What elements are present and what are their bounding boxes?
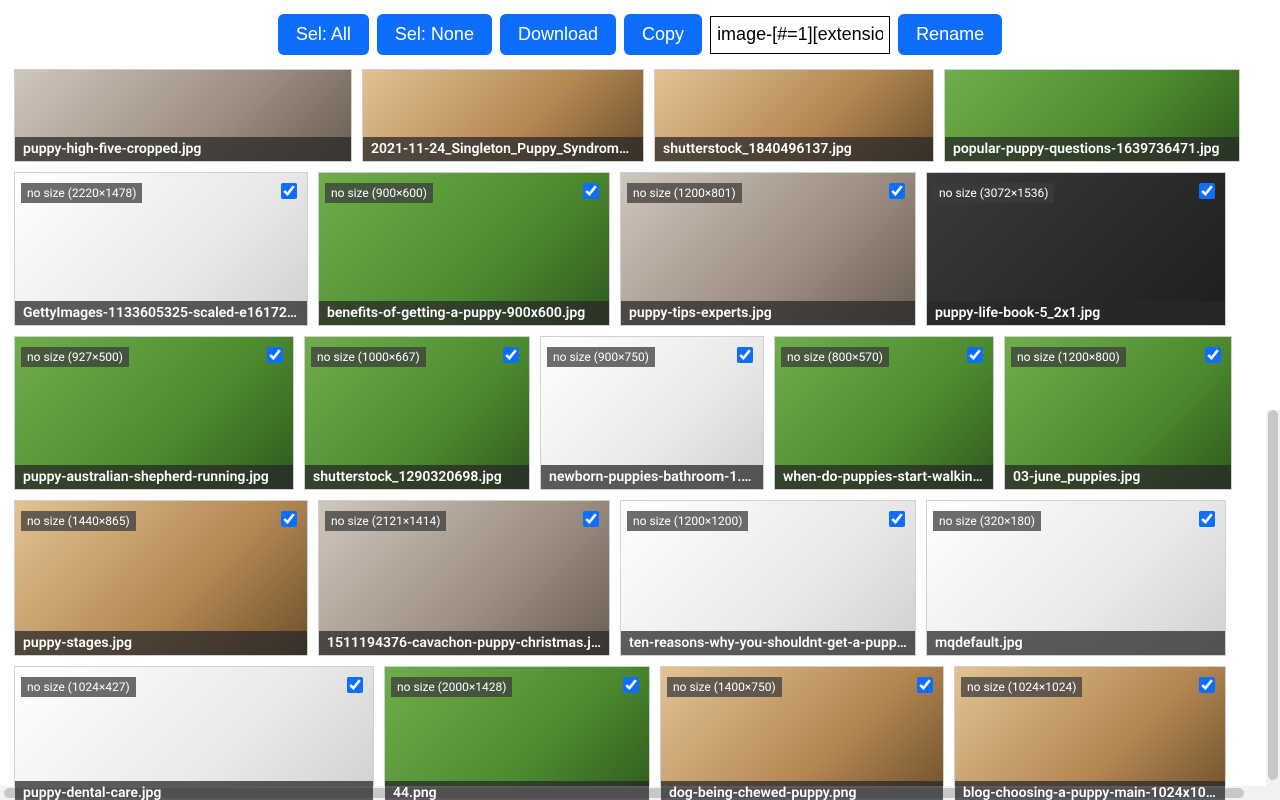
size-tag: no size (1024×1024): [961, 677, 1082, 697]
download-button[interactable]: Download: [500, 14, 616, 55]
image-tile[interactable]: no size (1000×667) shutterstock_129032069…: [304, 336, 530, 490]
image-tile[interactable]: no size (320×180) mqdefault.jpg: [926, 500, 1226, 656]
image-tile[interactable]: shutterstock_1840496137.jpg: [654, 69, 934, 162]
select-checkbox[interactable]: [347, 677, 363, 693]
filename-label: puppy-high-five-cropped.jpg: [15, 137, 351, 161]
image-tile[interactable]: no size (3072×1536) puppy-life-book-5_2x1…: [926, 172, 1226, 326]
filename-label: puppy-tips-experts.jpg: [621, 301, 915, 325]
size-tag: no size (1024×427): [21, 677, 136, 697]
select-checkbox[interactable]: [623, 677, 639, 693]
grid-row: no size (1024×427)puppy-dental-care.jpgn…: [14, 666, 1266, 800]
image-tile[interactable]: no size (1200×1200) ten-reasons-why-you-s…: [620, 500, 916, 656]
image-tile[interactable]: no size (800×570) when-do-puppies-start-w…: [774, 336, 994, 490]
image-tile[interactable]: no size (2121×1414) 1511194376-cavachon-p…: [318, 500, 610, 656]
filename-label: ten-reasons-why-you-shouldnt-get-a-puppy…: [621, 631, 915, 655]
size-tag: no size (1200×1200): [627, 511, 748, 531]
select-checkbox[interactable]: [889, 183, 905, 199]
image-tile[interactable]: no size (1400×750) dog-being-chewed-puppy…: [660, 666, 944, 800]
image-tile[interactable]: no size (1440×865) puppy-stages.jpg: [14, 500, 308, 656]
select-all-button[interactable]: Sel: All: [278, 14, 369, 55]
filename-label: shutterstock_1290320698.jpg: [305, 465, 529, 489]
select-none-button[interactable]: Sel: None: [377, 14, 492, 55]
filename-label: shutterstock_1840496137.jpg: [655, 137, 933, 161]
size-tag: no size (1200×800): [1011, 347, 1126, 367]
rename-pattern-input[interactable]: [710, 16, 890, 54]
select-checkbox[interactable]: [1205, 347, 1221, 363]
image-tile[interactable]: no size (2220×1478) GettyImages-113360532…: [14, 172, 308, 326]
filename-label: puppy-stages.jpg: [15, 631, 307, 655]
filename-label: benefits-of-getting-a-puppy-900x600.jpg: [319, 301, 609, 325]
filename-label: newborn-puppies-bathroom-1.jpg: [541, 465, 763, 489]
select-checkbox[interactable]: [1199, 677, 1215, 693]
select-checkbox[interactable]: [583, 183, 599, 199]
image-tile[interactable]: popular-puppy-questions-1639736471.jpg: [944, 69, 1240, 162]
filename-label: 2021-11-24_Singleton_Puppy_Syndrome_One: [363, 137, 643, 161]
select-checkbox[interactable]: [281, 511, 297, 527]
filename-label: GettyImages-1133605325-scaled-e161722789…: [15, 301, 307, 325]
size-tag: no size (320×180): [933, 511, 1041, 531]
copy-button[interactable]: Copy: [624, 14, 702, 55]
filename-label: popular-puppy-questions-1639736471.jpg: [945, 137, 1239, 161]
filename-label: blog-choosing-a-puppy-main-1024x1024: [955, 781, 1225, 800]
vertical-scrollbar[interactable]: [1266, 410, 1280, 800]
image-tile[interactable]: no size (1200×801) puppy-tips-experts.jpg: [620, 172, 916, 326]
filename-label: puppy-life-book-5_2x1.jpg: [927, 301, 1225, 325]
size-tag: no size (900×600): [325, 183, 433, 203]
size-tag: no size (1440×865): [21, 511, 136, 531]
select-checkbox[interactable]: [503, 347, 519, 363]
size-tag: no size (2000×1428): [391, 677, 512, 697]
image-tile[interactable]: no size (1024×1024) blog-choosing-a-puppy…: [954, 666, 1226, 800]
select-checkbox[interactable]: [917, 677, 933, 693]
select-checkbox[interactable]: [889, 511, 905, 527]
filename-label: mqdefault.jpg: [927, 631, 1225, 655]
select-checkbox[interactable]: [967, 347, 983, 363]
filename-label: puppy-australian-shepherd-running.jpg: [15, 465, 293, 489]
select-checkbox[interactable]: [281, 183, 297, 199]
image-tile[interactable]: no size (2000×1428) 44.png: [384, 666, 650, 800]
grid-row: no size (927×500) puppy-australian-shephe…: [14, 336, 1266, 490]
image-tile[interactable]: no size (1200×800) 03-june_puppies.jpg: [1004, 336, 1232, 490]
size-tag: no size (800×570): [781, 347, 889, 367]
grid-row: no size (2220×1478) GettyImages-113360532…: [14, 172, 1266, 326]
filename-label: 03-june_puppies.jpg: [1005, 465, 1231, 489]
image-tile[interactable]: no size (1024×427) puppy-dental-care.jpg: [14, 666, 374, 800]
size-tag: no size (1200×801): [627, 183, 742, 203]
select-checkbox[interactable]: [1199, 511, 1215, 527]
filename-label: 44.png: [385, 781, 649, 800]
filename-label: when-do-puppies-start-walking.jpg: [775, 465, 993, 489]
size-tag: no size (1400×750): [667, 677, 782, 697]
image-tile[interactable]: puppy-high-five-cropped.jpg: [14, 69, 352, 162]
select-checkbox[interactable]: [267, 347, 283, 363]
size-tag: no size (3072×1536): [933, 183, 1054, 203]
grid-row: no size (1440×865)puppy-stages.jpgno siz…: [14, 500, 1266, 656]
select-checkbox[interactable]: [583, 511, 599, 527]
size-tag: no size (2220×1478): [21, 183, 142, 203]
rename-button[interactable]: Rename: [898, 14, 1002, 55]
image-tile[interactable]: no size (900×600) benefits-of-getting-a-p…: [318, 172, 610, 326]
size-tag: no size (927×500): [21, 347, 129, 367]
toolbar: Sel: All Sel: None Download Copy Rename: [0, 0, 1280, 69]
select-checkbox[interactable]: [737, 347, 753, 363]
size-tag: no size (900×750): [547, 347, 655, 367]
filename-label: 1511194376-cavachon-puppy-christmas.jpg: [319, 631, 609, 655]
grid-row: puppy-high-five-cropped.jpg 2021-11-24_Si…: [14, 69, 1266, 162]
size-tag: no size (1000×667): [311, 347, 426, 367]
select-checkbox[interactable]: [1199, 183, 1215, 199]
image-grid: puppy-high-five-cropped.jpg 2021-11-24_Si…: [14, 69, 1266, 800]
image-tile[interactable]: 2021-11-24_Singleton_Puppy_Syndrome_One: [362, 69, 644, 162]
size-tag: no size (2121×1414): [325, 511, 446, 531]
filename-label: dog-being-chewed-puppy.png: [661, 781, 943, 800]
image-grid-scroll[interactable]: puppy-high-five-cropped.jpg 2021-11-24_Si…: [0, 69, 1280, 800]
image-tile[interactable]: no size (927×500) puppy-australian-shephe…: [14, 336, 294, 490]
filename-label: puppy-dental-care.jpg: [15, 781, 373, 800]
image-tile[interactable]: no size (900×750) newborn-puppies-bathroo…: [540, 336, 764, 490]
